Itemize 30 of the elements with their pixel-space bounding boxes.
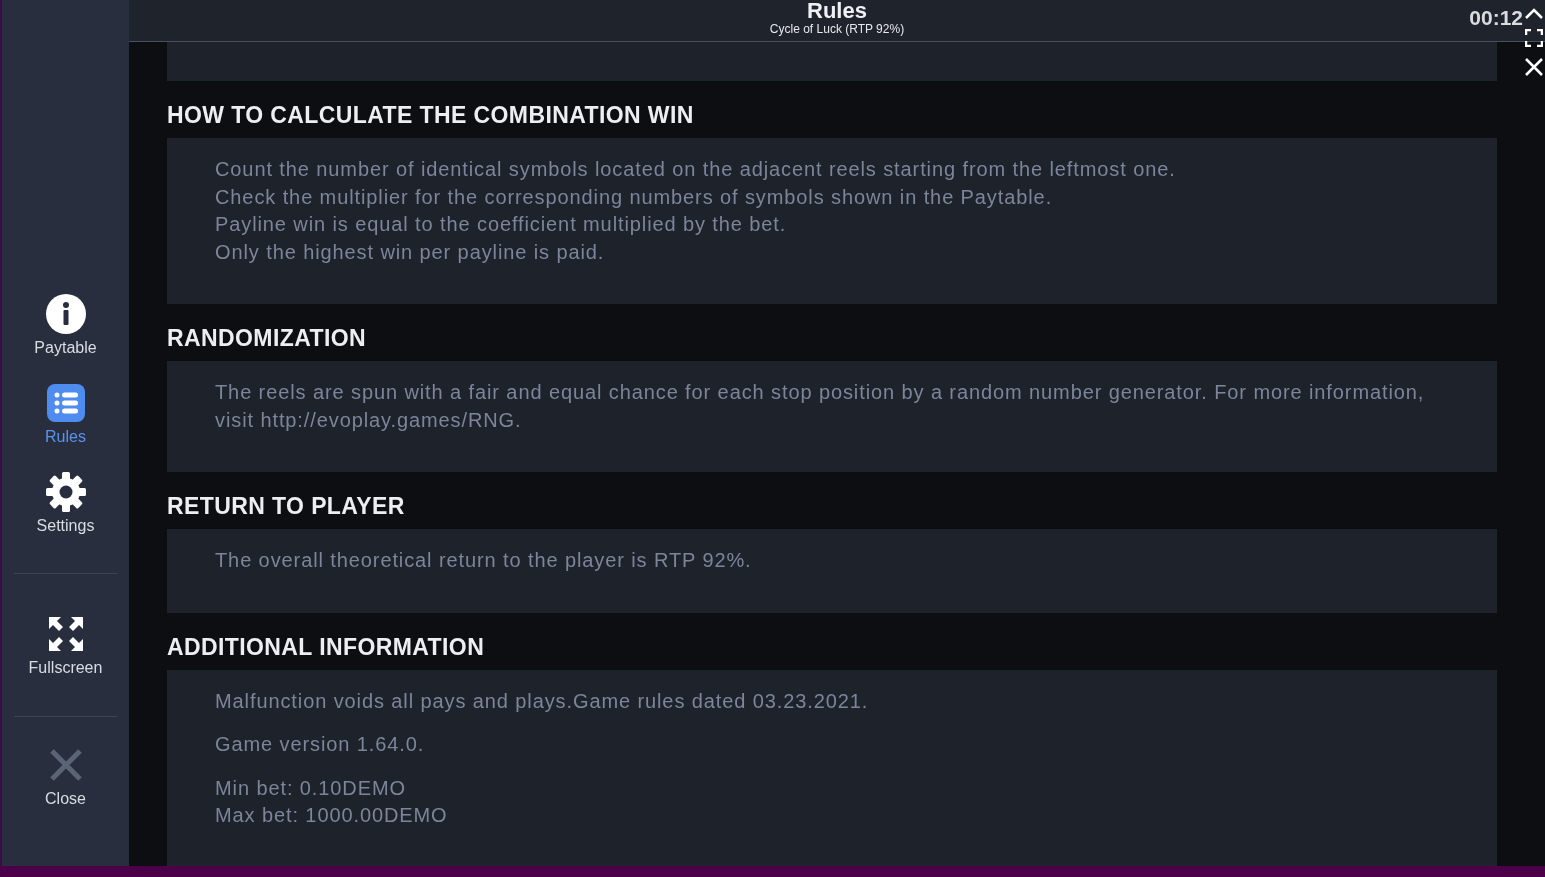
rule-text: Malfunction voids all pays and plays.Game rules dated 03.23.2021. xyxy=(215,688,870,714)
rule-text: Payline win is equal to the coefficient multiplied by the bet. xyxy=(215,212,788,237)
timer: 00:12 xyxy=(1469,6,1523,30)
settings-icon xyxy=(45,472,86,512)
info-icon xyxy=(45,294,86,334)
rule-text: Count the number of identical symbols located on the adjacent reels starting from the leftmost one. xyxy=(215,157,1177,182)
close-icon xyxy=(48,748,83,782)
sidebar-item[interactable]: Close xyxy=(15,745,116,809)
sidebar-item[interactable]: Fullscreen xyxy=(15,614,116,678)
game-subtitle: Cycle of Luck (RTP 92%) xyxy=(769,21,905,37)
chevron-up-icon[interactable] xyxy=(1525,8,1543,19)
rule-text: Check the multiplier for the corresponding numbers of symbols shown in the Paytable. xyxy=(215,184,1054,210)
rule-text: Only the highest win per payline is paid. xyxy=(215,239,606,265)
list-icon xyxy=(46,384,85,422)
rule-text: Max bet: 1000.00DEMO xyxy=(215,803,449,828)
sidebar-item[interactable]: Rules xyxy=(15,383,116,447)
sidebar-item[interactable]: Settings xyxy=(15,472,116,536)
rule-text: Min bet: 0.10DEMO xyxy=(215,775,407,801)
section-heading: RANDOMIZATION xyxy=(167,324,367,353)
rule-text: The reels are spun with a fair and equal chance for each stop position by a random number generator. For more information, visit http://evoplay.games/RNG. xyxy=(215,380,1426,433)
section-heading: RETURN TO PLAYER xyxy=(167,492,406,521)
fullscreen-icon xyxy=(47,616,84,652)
close-icon[interactable] xyxy=(1524,57,1544,77)
rule-text: The overall theoretical return to the player is RTP 92%. xyxy=(215,548,753,573)
fullscreen-icon[interactable] xyxy=(1525,29,1543,47)
section-heading: HOW TO CALCULATE THE COMBINATION WIN xyxy=(167,101,695,130)
sidebar-item[interactable]: Paytable xyxy=(15,294,116,358)
section-heading: ADDITIONAL INFORMATION xyxy=(167,632,486,662)
window-title: Rules xyxy=(807,0,867,22)
rule-text: Game version 1.64.0. xyxy=(215,732,426,757)
